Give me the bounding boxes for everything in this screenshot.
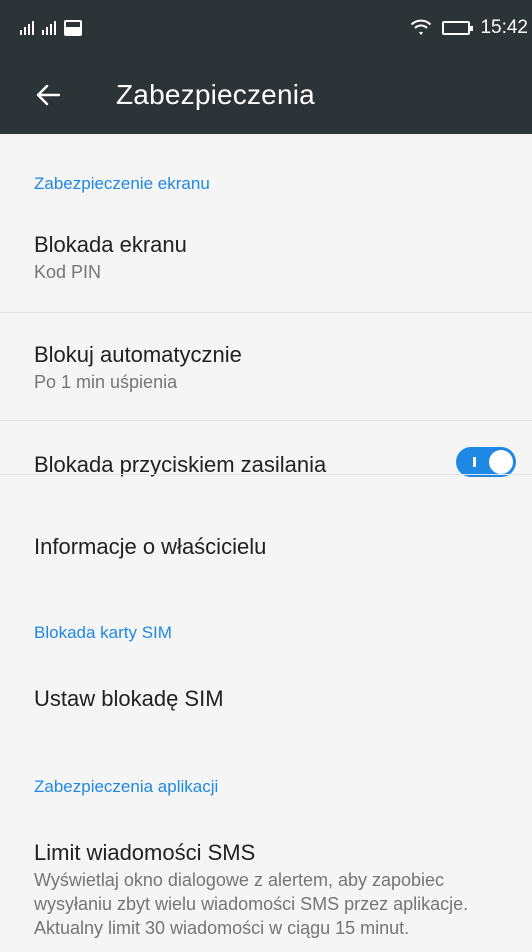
pref-auto-lock[interactable]: Blokuj automatycznie Po 1 min uśpienia (34, 342, 512, 393)
app-bar: Zabezpieczenia (0, 56, 532, 134)
status-bar: 15:42 (0, 0, 532, 56)
pref-title: Ustaw blokadę SIM (34, 686, 224, 711)
pref-summary: Po 1 min uśpienia (34, 372, 178, 392)
divider (0, 312, 532, 313)
pref-summary: Kod PIN (34, 262, 102, 282)
section-header-apps: Zabezpieczenia aplikacji (34, 777, 219, 796)
wifi-icon (411, 19, 432, 35)
arrow-back-icon (36, 84, 60, 106)
battery-icon (442, 21, 474, 35)
pref-title: Informacje o właścicielu (34, 534, 267, 559)
section-header-sim: Blokada karty SIM (34, 623, 172, 642)
pref-screen-lock[interactable]: Blokada ekranu Kod PIN (34, 232, 512, 283)
pref-sim-lock[interactable]: Ustaw blokadę SIM (34, 686, 512, 712)
signal-icon-sim2 (42, 21, 56, 35)
power-lock-toggle[interactable] (456, 447, 516, 477)
pref-summary: Wyświetlaj okno dialogowe z alertem, aby… (34, 870, 469, 938)
pref-title: Blokuj automatycznie (34, 342, 242, 367)
status-time: 15:42 (480, 17, 528, 38)
pref-owner-info[interactable]: Informacje o właścicielu (34, 534, 512, 560)
status-right: 15:42 (410, 17, 528, 39)
pref-title: Limit wiadomości SMS (34, 840, 256, 865)
divider (0, 474, 532, 475)
pref-sms-limit[interactable]: Limit wiadomości SMS Wyświetlaj okno dia… (34, 840, 518, 940)
pref-title: Blokada ekranu (34, 232, 187, 257)
image-notification-icon (64, 20, 82, 36)
toggle-on-mark (473, 457, 476, 467)
toggle-knob (489, 450, 513, 474)
back-button[interactable] (0, 56, 100, 134)
divider (0, 420, 532, 421)
page-title: Zabezpieczenia (116, 79, 315, 110)
section-header-screen: Zabezpieczenie ekranu (34, 174, 210, 193)
signal-icon-sim1 (20, 21, 34, 35)
status-left (20, 20, 82, 36)
